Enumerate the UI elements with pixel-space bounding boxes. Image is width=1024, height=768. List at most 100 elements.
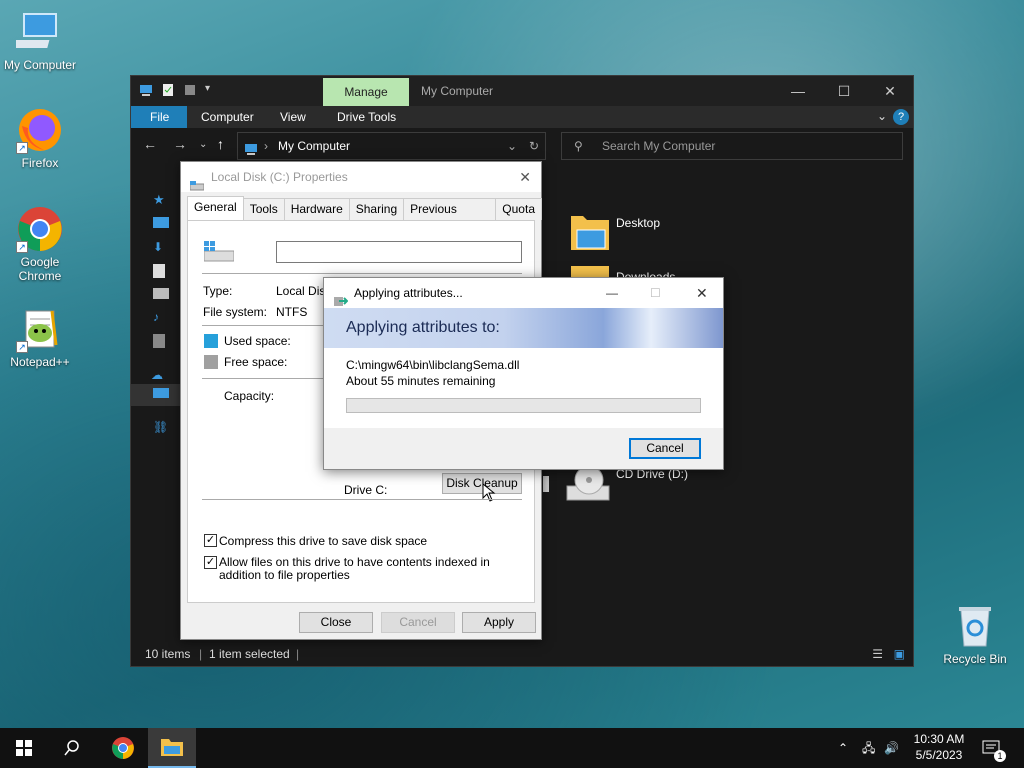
properties-icon[interactable] [161,83,175,97]
this-pc-icon[interactable] [153,388,169,398]
address-bar[interactable]: › My Computer ⌄ ↻ [237,132,546,160]
tab-general[interactable]: General [187,196,244,220]
search-input[interactable]: ⚲ Search My Computer [561,132,903,160]
desktop-icon-firefox[interactable]: ↗ Firefox [0,106,80,170]
manage-tab[interactable]: Manage [323,78,409,106]
large-icons-view-icon[interactable]: ▣ [894,642,905,666]
show-hidden-icons[interactable]: ⌃ [838,728,848,768]
search-icon [64,740,79,756]
help-icon[interactable]: ? [893,109,909,125]
close-button[interactable]: ✕ [696,278,708,308]
minimize-button[interactable]: — [775,76,821,106]
progress-heading: Applying attributes to: [324,308,723,348]
compress-checkbox[interactable]: ✓ [204,534,217,547]
recycle-bin-icon [951,602,999,650]
cd-drive-icon [565,464,611,507]
tab-hardware[interactable]: Hardware [283,198,350,220]
drive-name-input[interactable] [276,241,522,263]
cancel-button[interactable]: Cancel [629,438,701,459]
compress-label: Compress this drive to save disk space [219,534,428,548]
capacity-label: Capacity: [224,389,275,403]
navigation-pane: ★ ⬇ ♪ ☁ ⛓ [131,164,181,640]
properties-titlebar: Local Disk (C:) Properties ✕ [181,162,541,192]
windows-icon [16,740,32,756]
selected-count: 1 item selected [209,647,290,661]
progress-titlebar: Applying attributes... — ☐ ✕ [324,278,723,308]
recent-locations-icon[interactable]: ⌄ [199,139,207,150]
details-view-icon[interactable]: ☰ [872,642,883,666]
desktop-icon-label: Recycle Bin [943,652,1007,666]
customize-toolbar-icon[interactable]: ▾ [205,83,219,97]
expand-ribbon-icon[interactable]: ⌄ [877,109,887,123]
up-button[interactable]: ↑ [217,136,224,152]
close-icon[interactable]: ✕ [519,162,531,192]
desktop-icon-chrome[interactable]: ↗ Google Chrome [0,205,80,283]
tab-view[interactable]: View [266,106,320,128]
desktop-icon-notepadpp[interactable]: ↗ Notepad++ [0,305,80,369]
forward-button[interactable]: → [173,136,187,152]
scrollbar-thumb[interactable] [543,476,549,492]
apply-button[interactable]: Apply [462,612,536,633]
tab-drive-tools[interactable]: Drive Tools [323,106,410,128]
window-title: My Computer [421,84,494,98]
tab-sharing[interactable]: Sharing [348,198,405,220]
back-button[interactable]: ← [143,136,157,152]
taskbar-file-explorer[interactable] [148,728,196,768]
item-count: 10 items [145,647,191,661]
taskbar: ⌃ 🖧 🔊 10:30 AM 5/5/2023 1 [0,728,1024,768]
ribbon: File Computer View Drive Tools ⌄ ? [131,106,913,128]
notepadpp-icon: ↗ [16,305,64,353]
minimize-button[interactable]: — [606,278,618,308]
computer-icon [11,8,64,56]
tab-quota[interactable]: Quota [495,198,542,220]
maximize-button: ☐ [650,286,661,300]
onedrive-icon[interactable]: ☁ [151,368,167,382]
refresh-icon[interactable]: ↻ [529,133,539,159]
index-label: Allow files on this drive to have conten… [219,555,490,582]
used-space-swatch [204,334,218,348]
close-button[interactable]: ✕ [867,76,913,106]
music-icon[interactable]: ♪ [153,310,169,324]
desktop-icon-recycle-bin[interactable]: Recycle Bin [935,602,1015,666]
free-space-swatch [204,355,218,369]
drive-icon [203,241,235,266]
notification-center-icon[interactable]: 1 [982,728,1006,768]
videos-icon[interactable] [153,334,165,348]
tab-previous-versions[interactable]: Previous Versions [403,198,497,236]
desktop-icon-label: Notepad++ [10,355,70,369]
clock-date: 5/5/2023 [915,748,963,762]
desktop-icon-my-computer[interactable]: My Computer [0,8,80,72]
desktop-folder-icon[interactable] [153,217,169,228]
progress-title: Applying attributes... [354,286,463,300]
tab-file[interactable]: File [131,106,187,128]
documents-icon[interactable] [153,264,165,278]
status-divider: | [199,647,203,661]
cancel-button[interactable]: Cancel [381,612,455,633]
downloads-icon[interactable]: ⬇ [153,240,169,254]
network-icon[interactable]: ⛓ [153,420,169,434]
taskbar-chrome[interactable] [99,728,147,768]
progress-body: C:\mingw64\bin\libclangSema.dll About 55… [324,348,723,428]
new-folder-icon[interactable] [183,83,197,97]
network-tray-icon[interactable]: 🖧 [862,728,875,768]
close-button[interactable]: Close [299,612,373,633]
quick-access-star-icon[interactable]: ★ [153,192,169,207]
tab-tools[interactable]: Tools [242,198,285,220]
chrome-icon [112,737,134,759]
progress-bar [346,398,701,413]
clock[interactable]: 10:30 AM 5/5/2023 [912,728,966,768]
index-checkbox[interactable]: ✓ [204,556,217,569]
volume-icon[interactable]: 🔊 [884,728,899,768]
start-button[interactable] [0,728,48,768]
tab-computer[interactable]: Computer [187,106,268,128]
folder-desktop[interactable]: Desktop [616,216,660,230]
address-dropdown-icon[interactable]: ⌄ [507,133,517,159]
chrome-icon: ↗ [16,205,64,253]
free-space-label: Free space: [224,355,288,369]
type-label: Type: [203,284,233,298]
maximize-button[interactable]: ☐ [821,76,867,106]
address-text: My Computer [278,139,351,153]
pictures-icon[interactable] [153,288,169,299]
search-button[interactable] [48,728,96,768]
applying-attributes-dialog: Applying attributes... — ☐ ✕ Applying at… [323,277,724,470]
